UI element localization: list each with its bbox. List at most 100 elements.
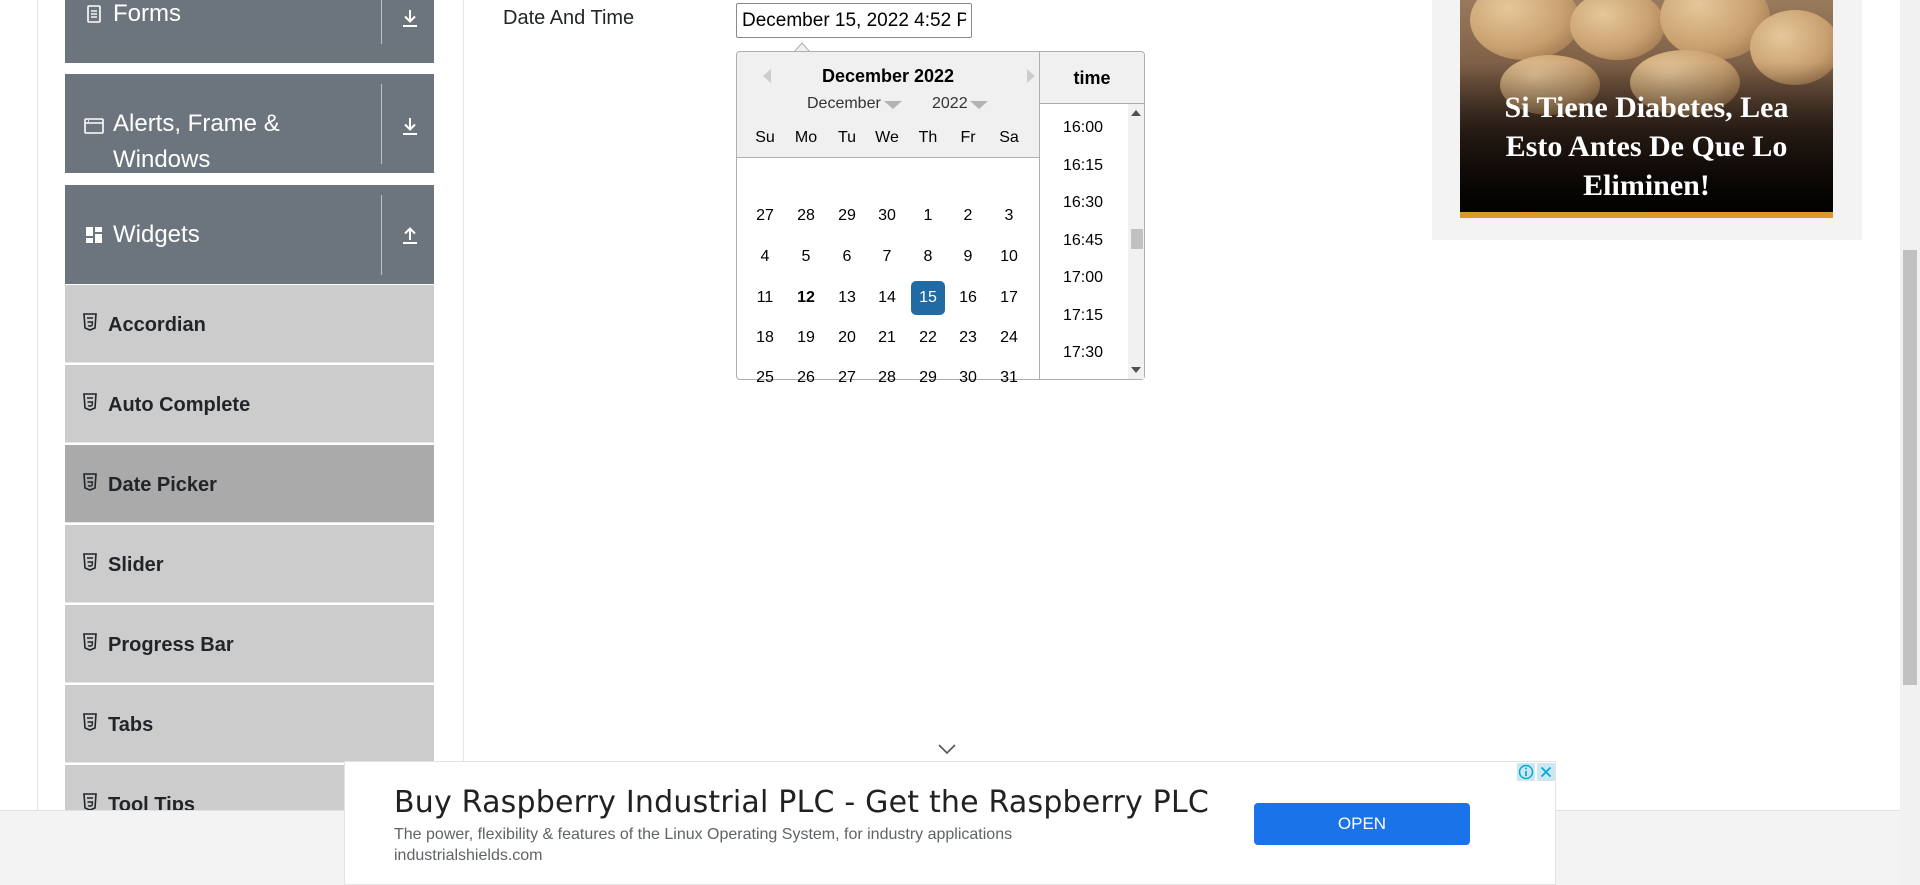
sidebar-item-label: Progress Bar (108, 634, 234, 656)
calendar-day[interactable]: 6 (830, 240, 864, 274)
ad-image[interactable]: Si Tiene Diabetes, Lea Esto Antes De Que… (1460, 0, 1833, 212)
time-list-scrollbar[interactable] (1128, 104, 1144, 379)
sidebar-group-widgets[interactable]: Widgets (65, 185, 434, 284)
calendar-day[interactable]: 24 (992, 321, 1026, 355)
scroll-up-icon[interactable] (1131, 110, 1141, 116)
next-month-icon[interactable] (1024, 68, 1038, 84)
page: Forms Alerts, Frame & Windows Widgets Ac… (0, 0, 1920, 885)
sidebar-item-progress-bar[interactable]: Progress Bar (65, 605, 434, 683)
ad-headline: Si Tiene Diabetes, Lea Esto Antes De Que… (1470, 88, 1823, 205)
page-scrollbar[interactable] (1900, 0, 1920, 885)
calendar-day[interactable]: 1 (911, 199, 945, 233)
html5-icon (83, 713, 97, 731)
calendar-day[interactable]: 9 (951, 240, 985, 274)
html5-icon (83, 553, 97, 571)
calendar-day[interactable]: 22 (911, 321, 945, 355)
scrollbar-thumb[interactable] (1131, 229, 1143, 249)
calendar-day[interactable]: 26 (789, 361, 823, 395)
calendar-day[interactable]: 4 (748, 240, 782, 274)
calendar-day[interactable]: 27 (830, 361, 864, 395)
calendar-day[interactable]: 20 (830, 321, 864, 355)
date-time-input[interactable] (736, 3, 972, 38)
calendar-day[interactable]: 13 (830, 281, 864, 315)
calendar-day[interactable]: 15 (911, 281, 945, 315)
bottom-advertisement[interactable]: Buy Raspberry Industrial PLC - Get the R… (344, 761, 1556, 885)
calendar-day[interactable]: 28 (789, 199, 823, 233)
calendar-day[interactable]: 7 (870, 240, 904, 274)
sidebar-item-date-picker[interactable]: Date Picker (65, 445, 434, 523)
ad-close-icon[interactable] (1537, 763, 1555, 781)
html5-icon (83, 793, 97, 811)
time-option[interactable]: 17:00 (1040, 267, 1126, 289)
calendar-day[interactable]: 8 (911, 240, 945, 274)
weekday-header: Th (918, 129, 938, 146)
sidebar-item-accordian[interactable]: Accordian (65, 285, 434, 363)
calendar-day[interactable]: 21 (870, 321, 904, 355)
weekday-header: Sa (999, 129, 1019, 146)
sidebar-group-label-line2: Windows (113, 146, 211, 173)
month-select-arrow-icon[interactable] (884, 101, 902, 109)
calendar-day[interactable]: 14 (870, 281, 904, 315)
time-title: time (1073, 68, 1111, 88)
calendar-day[interactable]: 11 (748, 281, 782, 315)
sidebar-group-label: Alerts, Frame & (113, 110, 280, 137)
calendar-day[interactable]: 29 (830, 199, 864, 233)
page-scrollbar-thumb[interactable] (1903, 250, 1917, 685)
time-option[interactable]: 17:30 (1040, 342, 1126, 364)
sidebar-advertisement[interactable]: Si Tiene Diabetes, Lea Esto Antes De Que… (1432, 0, 1862, 240)
time-option[interactable]: 16:30 (1040, 192, 1126, 214)
calendar-day[interactable]: 17 (992, 281, 1026, 315)
sidebar-item-tabs[interactable]: Tabs (65, 685, 434, 763)
calendar-day[interactable]: 27 (748, 199, 782, 233)
sidebar-item-label: Auto Complete (108, 394, 251, 416)
ad-open-button[interactable]: OPEN (1254, 803, 1470, 845)
month-select[interactable]: December (807, 92, 881, 116)
content-divider (463, 0, 464, 810)
weekday-header: Su (755, 129, 775, 146)
ad-info-icon[interactable] (1517, 763, 1535, 781)
calendar-day[interactable]: 12 (789, 281, 823, 315)
grid-icon (86, 227, 102, 243)
date-time-picker: December 2022 December 2022 Su Mo Tu We … (736, 51, 1145, 386)
calendar-day[interactable]: 29 (911, 361, 945, 395)
calendar-day[interactable]: 30 (870, 199, 904, 233)
year-select-arrow-icon[interactable] (970, 101, 988, 109)
sidebar-group-label: Widgets (113, 221, 200, 248)
calendar-day[interactable]: 25 (748, 361, 782, 395)
sidebar-item-slider[interactable]: Slider (65, 525, 434, 603)
calendar-day[interactable]: 2 (951, 199, 985, 233)
calendar-day[interactable]: 28 (870, 361, 904, 395)
calendar-day[interactable]: 5 (789, 240, 823, 274)
time-option[interactable]: 16:00 (1040, 117, 1126, 139)
time-option[interactable]: 16:15 (1040, 155, 1126, 177)
calendar-day[interactable]: 3 (992, 199, 1026, 233)
calendar-day[interactable]: 16 (951, 281, 985, 315)
ad-accent-bar (1460, 212, 1833, 218)
calendar-day[interactable]: 18 (748, 321, 782, 355)
time-option[interactable]: 17:15 (1040, 305, 1126, 327)
group-divider (381, 84, 382, 164)
ad-title[interactable]: Buy Raspberry Industrial PLC - Get the R… (394, 784, 1209, 822)
chevron-down-icon[interactable] (937, 743, 957, 755)
calendar-day[interactable]: 10 (992, 240, 1026, 274)
year-select[interactable]: 2022 (932, 92, 968, 116)
weekday-header: Tu (837, 129, 857, 146)
ad-headline-line: Eliminen! (1583, 169, 1710, 202)
upload-icon[interactable] (398, 223, 422, 247)
sidebar-item-auto-complete[interactable]: Auto Complete (65, 365, 434, 443)
weekday-header: Fr (960, 129, 976, 146)
sidebar-group-alerts[interactable]: Alerts, Frame & Windows (65, 74, 434, 173)
group-divider (381, 195, 382, 275)
time-option[interactable]: 16:45 (1040, 230, 1126, 252)
download-icon[interactable] (398, 6, 422, 30)
scroll-down-icon[interactable] (1131, 367, 1141, 373)
calendar-day[interactable]: 19 (789, 321, 823, 355)
calendar-day[interactable]: 30 (951, 361, 985, 395)
calendar-day[interactable]: 31 (992, 361, 1026, 395)
sidebar-item-label: Date Picker (108, 474, 217, 496)
document-icon (87, 5, 101, 23)
sidebar-group-forms[interactable]: Forms (65, 0, 434, 63)
download-icon[interactable] (398, 114, 422, 138)
ad-url[interactable]: industrialshields.com (394, 845, 543, 867)
calendar-day[interactable]: 23 (951, 321, 985, 355)
